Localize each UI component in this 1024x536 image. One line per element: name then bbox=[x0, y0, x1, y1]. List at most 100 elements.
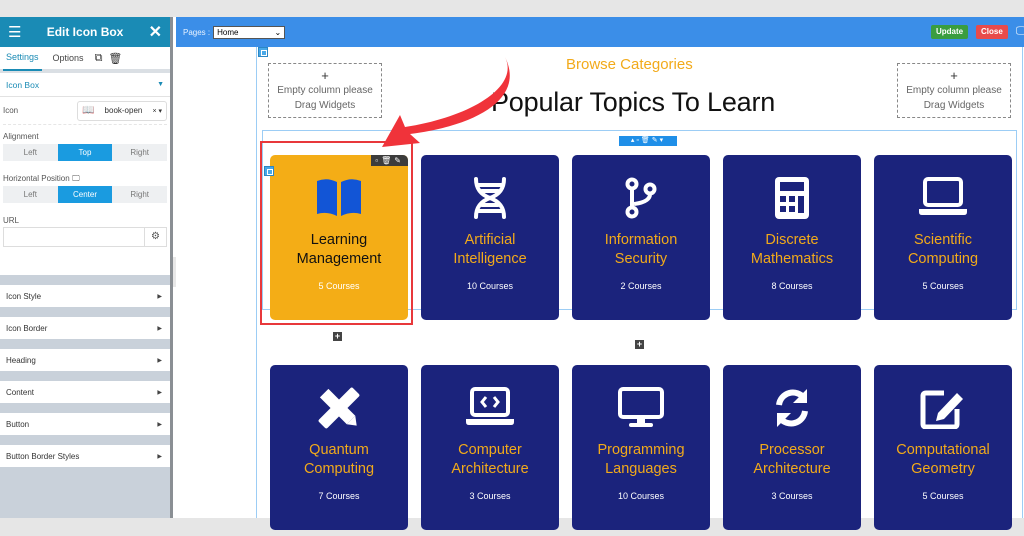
add-icon[interactable]: + bbox=[333, 332, 342, 341]
category-card[interactable]: Computer Architecture 3 Courses bbox=[421, 365, 559, 530]
calculator-icon bbox=[723, 177, 861, 221]
add-widget-icon[interactable]: + bbox=[269, 68, 381, 83]
alignment-label: Alignment bbox=[3, 132, 39, 141]
selected-widget-outline bbox=[260, 141, 413, 325]
accordion-label: Button Border Styles bbox=[6, 451, 80, 461]
duplicate-icon[interactable]: ⧉ bbox=[95, 52, 103, 65]
trash-icon[interactable]: 🗑 bbox=[108, 52, 122, 65]
page-select[interactable]: Home ⌄ bbox=[213, 25, 286, 39]
category-card[interactable]: Artificial Intelligence 10 Courses bbox=[421, 155, 559, 320]
icon-select[interactable]: 📖 book-open × ▾ bbox=[77, 100, 167, 121]
card-title: Quantum Computing bbox=[303, 442, 375, 477]
horizontal-position-segmented: Left Center Right bbox=[3, 186, 167, 203]
gear-icon[interactable]: ⚙ bbox=[145, 227, 167, 247]
card-title: Scientific Computing bbox=[907, 232, 979, 267]
accordion-heading[interactable]: Heading ▶ bbox=[0, 349, 170, 371]
card-title: Information Security bbox=[604, 232, 678, 267]
card-title: Discrete Mathematics bbox=[750, 232, 834, 267]
hpos-right[interactable]: Right bbox=[112, 186, 167, 203]
caret-right-icon: ▶ bbox=[157, 325, 162, 332]
card-count: 3 Courses bbox=[771, 491, 813, 501]
section-handle-icon[interactable] bbox=[258, 47, 268, 57]
alignment-right[interactable]: Right bbox=[112, 144, 167, 161]
accordion-label: Icon Border bbox=[6, 323, 48, 333]
accordion-icon-border[interactable]: Icon Border ▶ bbox=[0, 317, 170, 339]
laptop-code-icon bbox=[421, 387, 559, 431]
update-button[interactable]: Update bbox=[931, 25, 969, 39]
hpos-left[interactable]: Left bbox=[3, 186, 58, 203]
laptop-icon bbox=[874, 177, 1012, 221]
close-icon[interactable]: ✕ bbox=[149, 22, 162, 42]
empty-column-right[interactable]: + Empty column please Drag Widgets bbox=[897, 63, 1011, 118]
card-count: 3 Courses bbox=[469, 491, 511, 501]
sidebar-tabs: Settings Options ⧉ 🗑 bbox=[0, 47, 170, 73]
empty-column-left[interactable]: + Empty column please Drag Widgets bbox=[268, 63, 382, 118]
card-title: Computational Geometry bbox=[896, 442, 990, 477]
icon-box-settings: Icon 📖 book-open × ▾ Alignment Left Top … bbox=[0, 97, 170, 275]
accordion-button[interactable]: Button ▶ bbox=[0, 413, 170, 435]
section-icon-box[interactable]: Icon Box ▼ bbox=[0, 73, 170, 97]
edit-sidebar: ☰ Edit Icon Box ✕ Settings Options ⧉ 🗑 I… bbox=[0, 17, 173, 518]
card-count: 10 Courses bbox=[617, 491, 665, 501]
accordion-button-border-styles[interactable]: Button Border Styles ▶ bbox=[0, 445, 170, 467]
section-title: Icon Box bbox=[6, 79, 40, 90]
empty-column-text: Empty column please bbox=[277, 85, 373, 96]
empty-column-text: Drag Widgets bbox=[923, 100, 985, 111]
card-count: 10 Courses bbox=[466, 281, 514, 291]
code-branch-icon bbox=[572, 177, 710, 221]
category-card[interactable]: Computational Geometry 5 Courses bbox=[874, 365, 1012, 530]
tab-options[interactable]: Options bbox=[50, 46, 87, 70]
desktop-preview-icon[interactable]: 🖵 bbox=[1016, 25, 1024, 38]
add-icon[interactable]: + bbox=[635, 340, 644, 349]
sidebar-title: Edit Icon Box bbox=[46, 25, 124, 39]
close-button[interactable]: Close bbox=[976, 25, 1008, 39]
accordion-content[interactable]: Content ▶ bbox=[0, 381, 170, 403]
caret-right-icon: ▶ bbox=[157, 389, 162, 396]
pencil-ruler-icon bbox=[270, 387, 408, 431]
empty-column-text: Empty column please bbox=[906, 85, 1002, 96]
category-card[interactable]: Information Security 2 Courses bbox=[572, 155, 710, 320]
dna-icon bbox=[421, 177, 559, 221]
row-toolbar[interactable]: ▴▫🗑✎▾ bbox=[619, 136, 677, 146]
icon-field-label: Icon bbox=[3, 106, 19, 115]
url-input[interactable] bbox=[3, 227, 145, 247]
accordion-label: Icon Style bbox=[6, 291, 42, 301]
clear-icon[interactable]: × ▾ bbox=[152, 107, 162, 115]
menu-icon[interactable]: ☰ bbox=[8, 23, 21, 41]
editor-window: ☰ Edit Icon Box ✕ Settings Options ⧉ 🗑 I… bbox=[0, 17, 1024, 530]
category-card[interactable]: Scientific Computing 5 Courses bbox=[874, 155, 1012, 320]
tab-settings[interactable]: Settings bbox=[3, 45, 42, 71]
category-card[interactable]: Quantum Computing 7 Courses bbox=[270, 365, 408, 530]
accordion-icon-style[interactable]: Icon Style ▶ bbox=[0, 285, 170, 307]
hpos-center[interactable]: Center bbox=[57, 186, 113, 203]
icon-select-value: book-open bbox=[104, 106, 143, 115]
alignment-segmented: Left Top Right bbox=[3, 144, 167, 161]
category-card[interactable]: Processor Architecture 3 Courses bbox=[723, 365, 861, 530]
category-card[interactable]: Programming Languages 10 Courses bbox=[572, 365, 710, 530]
caret-down-icon: ▼ bbox=[157, 81, 164, 88]
page-select-value: Home bbox=[217, 27, 239, 37]
card-title: Processor Architecture bbox=[753, 442, 831, 477]
url-label: URL bbox=[3, 216, 20, 225]
accordion-label: Button bbox=[6, 419, 30, 429]
card-title: Artificial Intelligence bbox=[453, 232, 527, 267]
page-title: Popular Topics To Learn bbox=[491, 87, 776, 117]
desktop-icon[interactable]: 🖵 bbox=[72, 174, 80, 183]
book-open-icon: 📖 bbox=[82, 105, 95, 116]
accordion-label: Content bbox=[6, 387, 35, 397]
horizontal-position-text: Horizontal Position bbox=[3, 174, 70, 183]
sync-icon bbox=[723, 387, 861, 431]
card-count: 5 Courses bbox=[922, 281, 964, 291]
card-title: Programming Languages bbox=[597, 442, 685, 477]
icon-field-row: Icon 📖 book-open × ▾ bbox=[3, 97, 167, 125]
add-widget-icon[interactable]: + bbox=[898, 68, 1010, 83]
category-card[interactable]: Discrete Mathematics 8 Courses bbox=[723, 155, 861, 320]
card-count: 8 Courses bbox=[771, 281, 813, 291]
chevron-down-icon: ⌄ bbox=[274, 27, 282, 37]
url-field-row: ⚙ bbox=[3, 227, 167, 247]
caret-right-icon: ▶ bbox=[157, 421, 162, 428]
alignment-top[interactable]: Top bbox=[57, 144, 113, 161]
alignment-left[interactable]: Left bbox=[3, 144, 58, 161]
sidebar-header: ☰ Edit Icon Box ✕ bbox=[0, 17, 170, 47]
card-count: 2 Courses bbox=[620, 281, 662, 291]
